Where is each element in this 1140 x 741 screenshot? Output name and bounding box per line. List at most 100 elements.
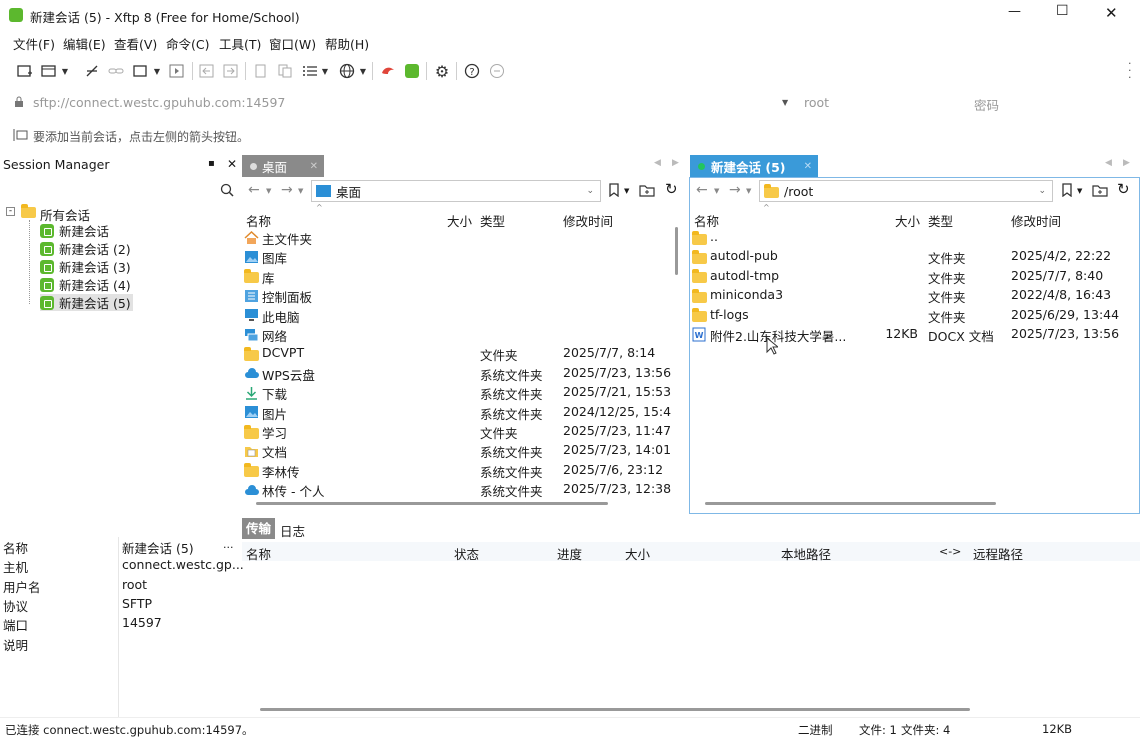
tab-transfer[interactable]: 传输 xyxy=(242,518,275,539)
close-icon[interactable]: ✕ xyxy=(804,161,812,172)
menu-view[interactable]: 查看(V) xyxy=(114,34,157,53)
back-icon[interactable]: ← xyxy=(248,182,260,198)
tab-remote[interactable]: 新建会话 (5) ✕ xyxy=(690,155,818,177)
col-direction[interactable]: <-> xyxy=(939,545,961,558)
forward-icon[interactable]: → xyxy=(729,182,741,198)
horizontal-scrollbar[interactable] xyxy=(260,708,970,711)
session-item[interactable]: 新建会话 (4) xyxy=(40,276,131,293)
file-row[interactable]: 学习 文件夹 2025/7/23, 11:47 xyxy=(244,422,674,441)
password-input[interactable]: 密码 xyxy=(974,95,1124,114)
link-icon[interactable] xyxy=(107,62,125,80)
chevron-down-icon[interactable]: ▼ xyxy=(358,62,368,80)
menu-command[interactable]: 命令(C) xyxy=(166,34,209,53)
gear-icon[interactable]: ⚙ xyxy=(433,62,451,81)
search-icon[interactable] xyxy=(220,183,234,200)
menu-tools[interactable]: 工具(T) xyxy=(219,34,261,53)
upload-icon[interactable] xyxy=(198,62,216,80)
session-item[interactable]: 新建会话 xyxy=(40,222,109,239)
minimize-button[interactable]: — xyxy=(1008,4,1021,19)
help-icon[interactable]: ? xyxy=(463,62,481,80)
toolbar-overflow-icon[interactable]: · · · xyxy=(1128,58,1132,83)
file-row[interactable]: tf-logs 文件夹 2025/6/29, 13:44 xyxy=(692,306,1132,325)
chevron-down-icon[interactable]: ⌄ xyxy=(1038,186,1046,196)
new-folder-icon[interactable] xyxy=(1092,183,1108,200)
play-icon[interactable] xyxy=(168,62,186,80)
col-progress[interactable]: 进度 xyxy=(557,544,582,563)
col-local-path[interactable]: 本地路径 xyxy=(781,544,831,563)
close-icon[interactable]: ✕ xyxy=(310,161,318,172)
tab-scroll-right-icon[interactable]: ▶ xyxy=(672,158,679,168)
globe-icon[interactable] xyxy=(338,62,356,80)
file-row[interactable]: 此电脑 xyxy=(244,306,674,325)
xshell-icon[interactable] xyxy=(379,62,397,80)
col-status[interactable]: 状态 xyxy=(454,544,479,563)
collapse-icon[interactable]: - xyxy=(6,207,15,216)
list-view-icon[interactable] xyxy=(301,62,319,80)
add-session-arrow-icon[interactable] xyxy=(12,128,28,145)
chevron-down-icon[interactable]: ▼ xyxy=(746,187,751,195)
local-path-input[interactable]: 桌面 ⌄ xyxy=(311,180,601,202)
copy-icon[interactable] xyxy=(252,62,270,80)
menu-edit[interactable]: 编辑(E) xyxy=(63,34,106,53)
horizontal-scrollbar[interactable] xyxy=(705,502,996,505)
chevron-down-icon[interactable]: ▼ xyxy=(624,187,629,195)
xftp-icon[interactable] xyxy=(403,62,421,80)
menu-file[interactable]: 文件(F) xyxy=(13,34,55,53)
paste-icon[interactable] xyxy=(276,62,294,80)
close-window-button[interactable]: ✕ xyxy=(1105,4,1118,22)
more-button[interactable]: ... xyxy=(223,538,234,551)
new-folder-icon[interactable] xyxy=(639,183,655,200)
url-input[interactable]: sftp://connect.westc.gpuhub.com:14597 xyxy=(33,95,773,110)
file-row[interactable]: autodl-tmp 文件夹 2025/7/7, 8:40 xyxy=(692,267,1132,286)
file-row[interactable]: 库 xyxy=(244,267,674,286)
col-size[interactable]: 大小 xyxy=(625,544,650,563)
chevron-down-icon[interactable]: ▼ xyxy=(320,62,330,80)
file-row[interactable]: .. xyxy=(692,228,1132,247)
tab-local[interactable]: 桌面 ✕ xyxy=(242,155,324,177)
username-input[interactable]: root xyxy=(804,95,954,110)
file-row[interactable]: WPS云盘 系统文件夹 2025/7/23, 13:56 xyxy=(244,364,674,383)
back-icon[interactable]: ← xyxy=(696,182,708,198)
menu-help[interactable]: 帮助(H) xyxy=(325,34,369,53)
file-row[interactable]: 文档 系统文件夹 2025/7/23, 14:01 xyxy=(244,441,674,460)
tab-scroll-left-icon[interactable]: ◀ xyxy=(1105,158,1112,168)
chevron-down-icon[interactable]: ▼ xyxy=(298,187,303,195)
horizontal-scrollbar[interactable] xyxy=(256,502,608,505)
file-row[interactable]: 李林传 系统文件夹 2025/7/6, 23:12 xyxy=(244,461,674,480)
file-row[interactable]: 主文件夹 xyxy=(244,228,674,247)
download-icon[interactable] xyxy=(222,62,240,80)
refresh-icon[interactable]: ↻ xyxy=(1117,180,1130,198)
col-remote-path[interactable]: 远程路径 xyxy=(973,544,1023,563)
close-icon[interactable]: ✕ xyxy=(227,157,237,171)
tab-log[interactable]: 日志 xyxy=(280,521,305,540)
chat-icon[interactable] xyxy=(488,62,506,80)
new-session-icon[interactable] xyxy=(16,62,34,80)
maximize-button[interactable]: ☐ xyxy=(1056,3,1069,19)
file-row[interactable]: 下载 系统文件夹 2025/7/21, 15:53 xyxy=(244,383,674,402)
new-tab-icon[interactable] xyxy=(132,62,150,80)
file-row[interactable]: DCVPT 文件夹 2025/7/7, 8:14 xyxy=(244,344,674,363)
file-row[interactable]: miniconda3 文件夹 2022/4/8, 16:43 xyxy=(692,286,1132,305)
file-row[interactable]: W 附件2.山东科技大学暑... 12KB DOCX 文档 2025/7/23, 13:… xyxy=(692,325,1132,344)
chevron-down-icon[interactable]: ▼ xyxy=(1077,187,1082,195)
chevron-down-icon[interactable]: ⌄ xyxy=(586,186,594,196)
file-row[interactable]: 图片 系统文件夹 2024/12/25, 15:4 xyxy=(244,403,674,422)
chevron-down-icon[interactable]: ▼ xyxy=(714,187,719,195)
col-name[interactable]: 名称 xyxy=(246,544,271,563)
open-session-icon[interactable] xyxy=(40,62,58,80)
session-item[interactable]: 新建会话 (2) xyxy=(40,240,131,257)
remote-path-input[interactable]: /root ⌄ xyxy=(759,180,1053,202)
forward-icon[interactable]: → xyxy=(281,182,293,198)
chevron-down-icon[interactable]: ▼ xyxy=(782,98,788,107)
file-row[interactable]: 图库 xyxy=(244,247,674,266)
file-row[interactable]: 网络 xyxy=(244,325,674,344)
disconnect-icon[interactable] xyxy=(83,62,101,80)
session-item-selected[interactable]: 新建会话 (5) xyxy=(40,294,133,311)
file-row[interactable]: autodl-pub 文件夹 2025/4/2, 22:22 xyxy=(692,247,1132,266)
tab-scroll-left-icon[interactable]: ◀ xyxy=(654,158,661,168)
tab-scroll-right-icon[interactable]: ▶ xyxy=(1123,158,1130,168)
session-item[interactable]: 新建会话 (3) xyxy=(40,258,131,275)
file-row[interactable]: 林传 - 个人 系统文件夹 2025/7/23, 12:38 xyxy=(244,480,674,499)
chevron-down-icon[interactable]: ▼ xyxy=(60,62,70,80)
chevron-down-icon[interactable]: ▼ xyxy=(266,187,271,195)
